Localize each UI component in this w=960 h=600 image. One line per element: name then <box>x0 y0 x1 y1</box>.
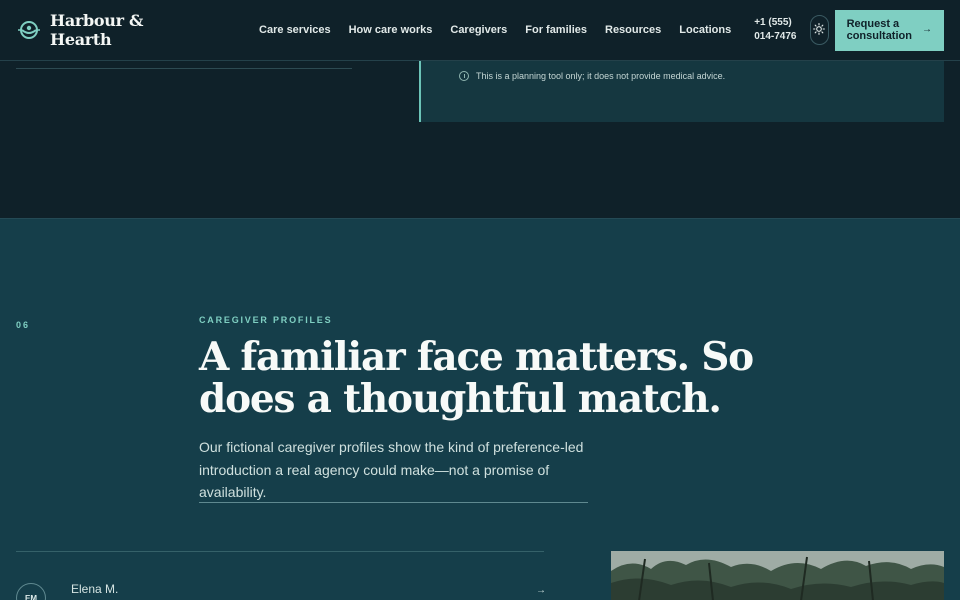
caregiver-profiles-section: 06 CAREGIVER PROFILES A familiar face ma… <box>0 218 960 600</box>
divider <box>199 502 588 503</box>
nav-caregivers[interactable]: Caregivers <box>450 24 507 36</box>
caregiver-photo <box>611 551 944 600</box>
arrow-right-icon: → <box>922 23 933 35</box>
request-consultation-button[interactable]: Request a consultation → <box>834 9 945 51</box>
harbour-logo-icon <box>18 19 40 41</box>
site-header: Harbour & Hearth Care services How care … <box>0 0 960 61</box>
caregiver-profile-row[interactable]: EM Elena M. → <box>16 582 546 600</box>
nav-resources[interactable]: Resources <box>605 24 661 36</box>
planning-tool-card: This is a planning tool only; it does no… <box>419 61 944 122</box>
nav-how-care-works[interactable]: How care works <box>349 24 433 36</box>
theme-toggle-button[interactable] <box>809 15 829 45</box>
section-headline: A familiar face matters. So does a thoug… <box>199 334 754 422</box>
disclaimer-text: This is a planning tool only; it does no… <box>476 71 726 81</box>
main-nav: Care services How care works Caregivers … <box>259 24 731 36</box>
nav-locations[interactable]: Locations <box>679 24 731 36</box>
brand-name: Harbour & Hearth <box>50 11 144 49</box>
phone-link[interactable]: +1 (555) 014-7476 <box>754 16 804 44</box>
nav-for-families[interactable]: For families <box>525 24 587 36</box>
avatar: EM <box>16 583 46 600</box>
arrow-right-icon: → <box>536 585 546 596</box>
section-lede: Our fictional caregiver profiles show th… <box>199 439 584 500</box>
divider <box>16 68 352 69</box>
sun-icon <box>813 22 826 38</box>
disclaimer-note: This is a planning tool only; it does no… <box>459 71 725 81</box>
section-eyebrow: CAREGIVER PROFILES <box>199 315 333 325</box>
divider <box>16 551 544 552</box>
info-icon <box>459 71 469 81</box>
caregiver-name: Elena M. <box>71 582 119 596</box>
section-number: 06 <box>16 320 31 330</box>
brand-logo-link[interactable]: Harbour & Hearth <box>18 11 177 49</box>
cta-label: Request a consultation <box>846 18 912 42</box>
nav-care-services[interactable]: Care services <box>259 24 331 36</box>
